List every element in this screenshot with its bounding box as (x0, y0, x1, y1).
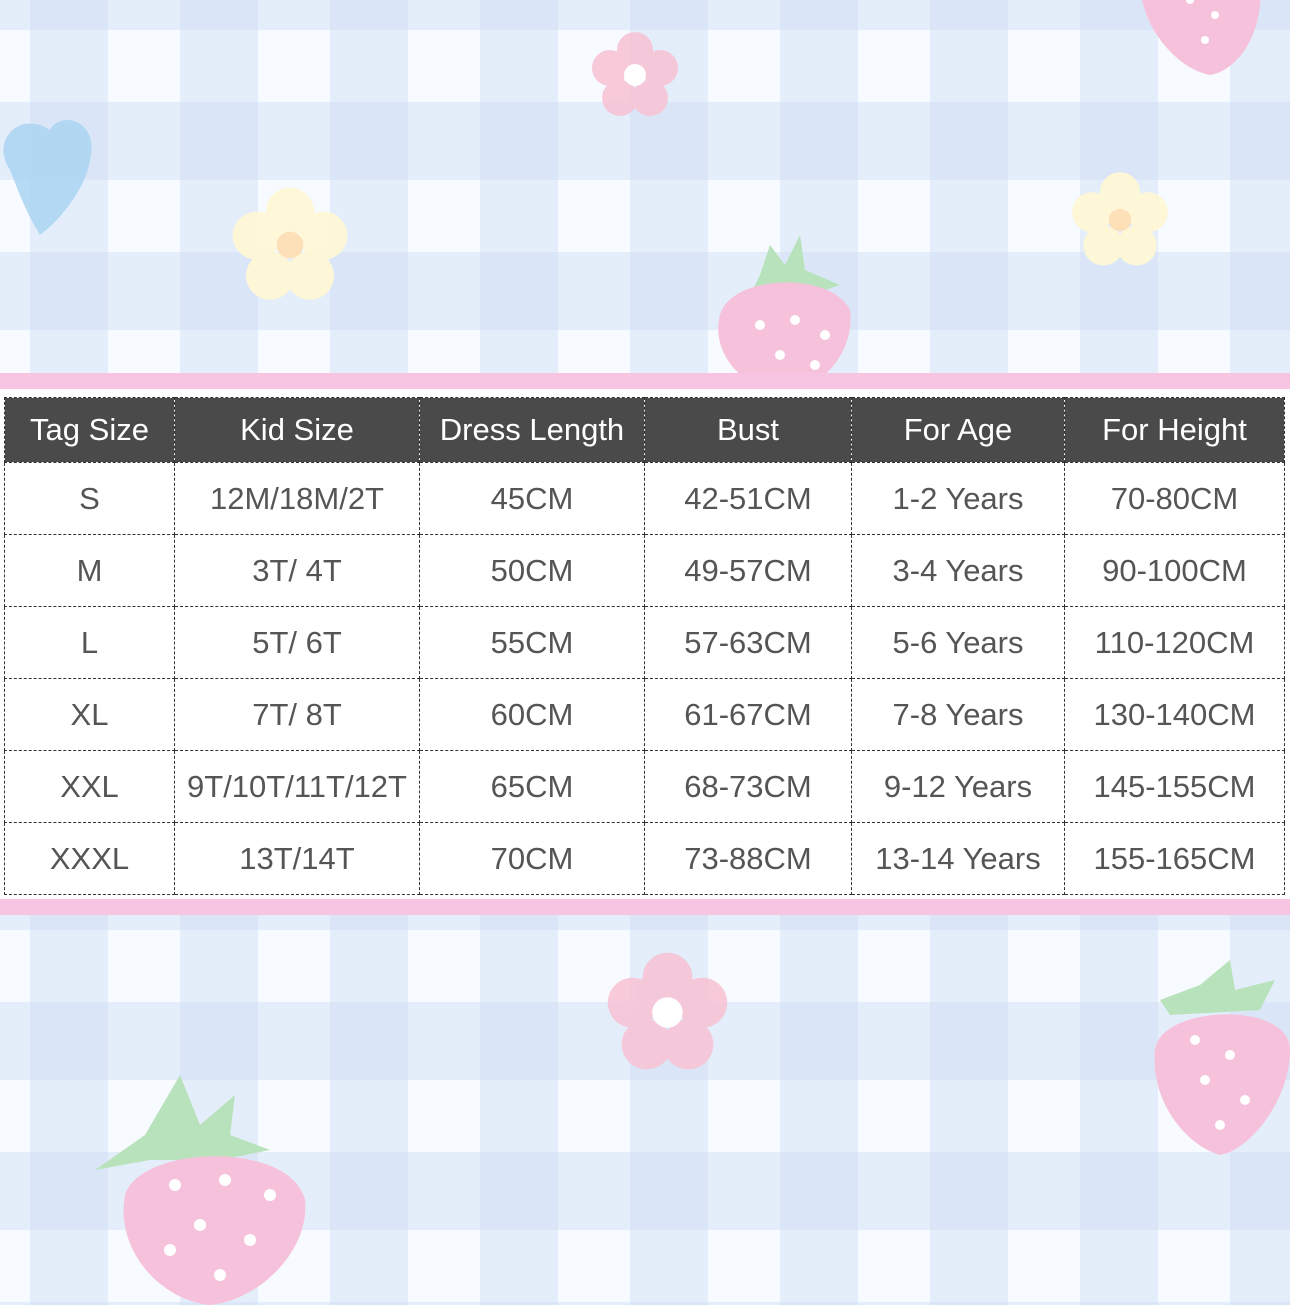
strawberry-icon (718, 235, 851, 395)
cell-tag-size: S (4, 462, 175, 535)
cell-kid-size: 3T/ 4T (174, 534, 420, 607)
cell-bust: 49-57CM (644, 534, 852, 607)
header-tag-size: Tag Size (4, 397, 175, 463)
strawberry-icon (1142, 0, 1261, 75)
cell-dress-length: 65CM (419, 750, 645, 823)
cell-dress-length: 55CM (419, 606, 645, 679)
cell-dress-length: 60CM (419, 678, 645, 751)
cell-bust: 61-67CM (644, 678, 852, 751)
cell-for-age: 13-14 Years (851, 822, 1065, 895)
cell-bust: 42-51CM (644, 462, 852, 535)
cell-for-age: 1-2 Years (851, 462, 1065, 535)
heart-icon (3, 120, 92, 235)
cell-kid-size: 13T/14T (174, 822, 420, 895)
cell-for-age: 3-4 Years (851, 534, 1065, 607)
table-row: XXXL 13T/14T 70CM 73-88CM 13-14 Years 15… (4, 822, 1285, 895)
cell-kid-size: 7T/ 8T (174, 678, 420, 751)
cell-for-height: 90-100CM (1064, 534, 1285, 607)
cell-kid-size: 9T/10T/11T/12T (174, 750, 420, 823)
header-for-height: For Height (1064, 397, 1285, 463)
table-header-row: Tag Size Kid Size Dress Length Bust For … (4, 397, 1285, 463)
cell-for-age: 7-8 Years (851, 678, 1065, 751)
cell-bust: 73-88CM (644, 822, 852, 895)
header-dress-length: Dress Length (419, 397, 645, 463)
cell-for-age: 9-12 Years (851, 750, 1065, 823)
cell-for-height: 130-140CM (1064, 678, 1285, 751)
strawberry-icon (95, 1075, 306, 1305)
table-row: S 12M/18M/2T 45CM 42-51CM 1-2 Years 70-8… (4, 462, 1285, 535)
cell-tag-size: M (4, 534, 175, 607)
table-row: M 3T/ 4T 50CM 49-57CM 3-4 Years 90-100CM (4, 534, 1285, 607)
cell-bust: 68-73CM (644, 750, 852, 823)
strawberry-icon (1154, 960, 1290, 1155)
cell-dress-length: 45CM (419, 462, 645, 535)
cell-tag-size: XXXL (4, 822, 175, 895)
cell-for-age: 5-6 Years (851, 606, 1065, 679)
cell-kid-size: 12M/18M/2T (174, 462, 420, 535)
flower-icon (592, 32, 678, 116)
cell-kid-size: 5T/ 6T (174, 606, 420, 679)
size-chart-band: Tag Size Kid Size Dress Length Bust For … (0, 373, 1290, 915)
cell-dress-length: 70CM (419, 822, 645, 895)
cell-tag-size: L (4, 606, 175, 679)
flower-icon (232, 187, 348, 300)
cell-for-height: 155-165CM (1064, 822, 1285, 895)
cell-dress-length: 50CM (419, 534, 645, 607)
flower-icon (1072, 172, 1168, 266)
header-for-age: For Age (851, 397, 1065, 463)
flower-icon (607, 952, 728, 1070)
table-row: XL 7T/ 8T 60CM 61-67CM 7-8 Years 130-140… (4, 678, 1285, 751)
table-row: L 5T/ 6T 55CM 57-63CM 5-6 Years 110-120C… (4, 606, 1285, 679)
header-kid-size: Kid Size (174, 397, 420, 463)
cell-tag-size: XL (4, 678, 175, 751)
cell-for-height: 145-155CM (1064, 750, 1285, 823)
cell-for-height: 70-80CM (1064, 462, 1285, 535)
table-row: XXL 9T/10T/11T/12T 65CM 68-73CM 9-12 Yea… (4, 750, 1285, 823)
cell-bust: 57-63CM (644, 606, 852, 679)
cell-tag-size: XXL (4, 750, 175, 823)
size-chart-table: Tag Size Kid Size Dress Length Bust For … (4, 397, 1285, 895)
header-bust: Bust (644, 397, 852, 463)
cell-for-height: 110-120CM (1064, 606, 1285, 679)
